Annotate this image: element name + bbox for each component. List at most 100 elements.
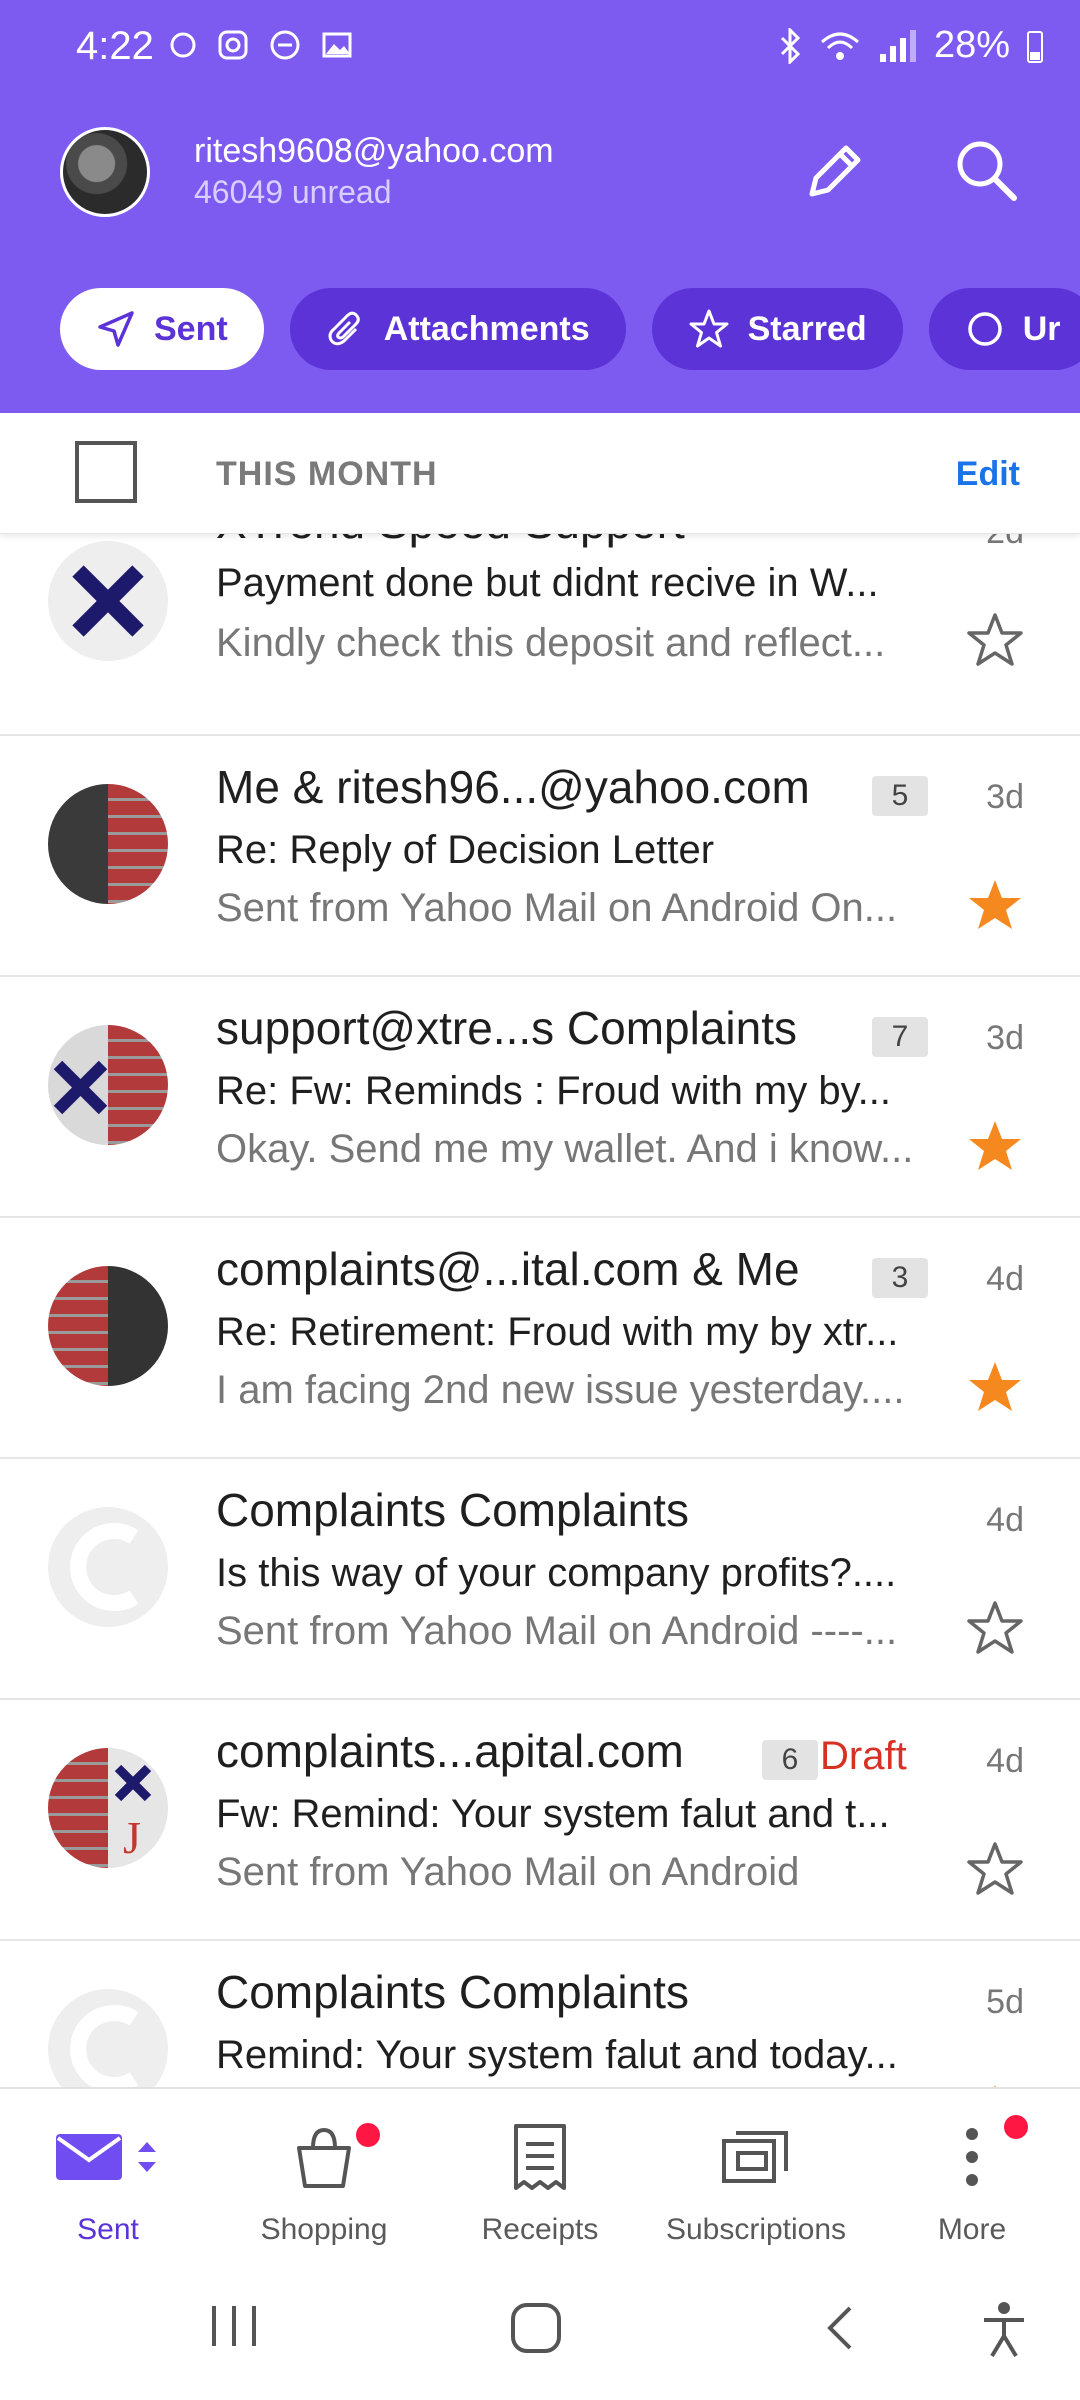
message-date: 4d <box>986 1260 1024 1298</box>
wifi-icon <box>820 32 859 60</box>
sender-name: support@xtre...s Complaints <box>216 1002 798 1054</box>
back-icon <box>827 2306 852 2350</box>
sender-avatar: J <box>48 1748 168 1868</box>
nav-sent[interactable]: Sent <box>0 2111 216 2247</box>
nav-label: More <box>937 2213 1007 2246</box>
account-switcher[interactable]: ritesh9608@yahoo.com 46049 unread <box>60 127 554 217</box>
subscriptions-icon <box>722 2131 788 2183</box>
battery-icon <box>1027 30 1043 63</box>
compose-button[interactable] <box>796 130 876 210</box>
image-icon <box>322 32 352 58</box>
message-row[interactable]: complaints@...ital.com & Me 3 4d Re: Ret… <box>0 1216 1080 1459</box>
chip-unread[interactable]: Ur <box>928 288 1080 370</box>
message-snippet: I am facing 2nd new issue yesterday.... <box>216 1368 905 1412</box>
message-date: 4d <box>986 1501 1024 1539</box>
chip-label: Attachments <box>383 309 590 348</box>
battery-percent: 28% <box>933 24 1010 66</box>
nav-label: Shopping <box>260 2213 388 2246</box>
star-outline-icon[interactable] <box>966 1840 1024 1898</box>
message-subject: Payment done but didnt recive in W... <box>216 561 879 605</box>
accessibility-icon <box>984 2302 1024 2358</box>
status-bar: 4:22 28% <box>0 0 1080 100</box>
section-title: THIS MONTH <box>216 455 438 493</box>
star-outline-icon[interactable] <box>966 1599 1024 1657</box>
message-date: 3d <box>986 1019 1024 1057</box>
select-all-checkbox[interactable] <box>75 441 137 503</box>
star-outline-icon[interactable] <box>966 611 1024 669</box>
sender-avatar <box>48 1025 168 1145</box>
message-list[interactable]: XTrend Speed Support 2d Payment done but… <box>0 533 1080 2087</box>
more-vertical-icon <box>966 2128 978 2186</box>
star-outline-icon <box>689 309 729 348</box>
account-avatar[interactable] <box>60 127 150 217</box>
header-actions <box>796 130 1026 210</box>
sender-name: Complaints Complaints <box>216 1484 689 1536</box>
star-filled-icon[interactable] <box>966 1358 1024 1416</box>
chip-sent[interactable]: Sent <box>60 288 264 370</box>
search-button[interactable] <box>946 130 1026 210</box>
nav-receipts[interactable]: Receipts <box>432 2111 648 2247</box>
message-row[interactable]: XTrend Speed Support 2d Payment done but… <box>0 533 1080 736</box>
nav-shopping[interactable]: Shopping <box>216 2111 432 2247</box>
receipt-icon <box>514 2124 566 2190</box>
system-navigation-bar <box>0 2262 1080 2400</box>
message-snippet: Okay. Send me my wallet. And i know... <box>216 1127 914 1171</box>
message-subject: Is this way of your company profits?.... <box>216 1551 897 1595</box>
home-icon <box>511 2303 561 2353</box>
nav-label: Subscriptions <box>665 2213 847 2246</box>
message-row[interactable]: J complaints...apital.com 6 Draft 4d Fw:… <box>0 1698 1080 1941</box>
account-email: ritesh9608@yahoo.com <box>194 132 554 170</box>
message-row[interactable]: Me & ritesh96...@yahoo.com 5 3d Re: Repl… <box>0 734 1080 977</box>
recents-icon <box>212 2306 256 2346</box>
search-icon <box>957 141 1017 201</box>
message-row[interactable]: support@xtre...s Complaints 7 3d Re: Fw:… <box>0 975 1080 1218</box>
nav-label: Sent <box>77 2213 139 2246</box>
sender-avatar <box>48 1266 168 1386</box>
edit-button[interactable]: Edit <box>956 455 1020 494</box>
unread-count: 46049 unread <box>194 174 392 210</box>
nav-label: Receipts <box>481 2213 599 2246</box>
back-button[interactable] <box>820 2300 860 2361</box>
message-date: 5d <box>986 1983 1024 2021</box>
thread-count-badge: 5 <box>872 776 928 816</box>
message-row[interactable]: Complaints Complaints 5d Remind: Your sy… <box>0 1939 1080 2087</box>
circle-outline-icon <box>967 312 1002 346</box>
nav-more[interactable]: More <box>864 2111 1080 2247</box>
sender-avatar <box>48 1507 168 1627</box>
chip-attachments[interactable]: Attachments <box>289 288 626 370</box>
accessibility-button[interactable] <box>980 2300 1028 2365</box>
nav-subscriptions[interactable]: Subscriptions <box>648 2111 864 2247</box>
home-button[interactable] <box>508 2300 564 2361</box>
mail-icon <box>56 2134 122 2180</box>
star-filled-icon[interactable] <box>966 1117 1024 1175</box>
message-date: 3d <box>986 778 1024 816</box>
message-snippet: Sent from Yahoo Mail on Android ----... <box>216 1609 898 1653</box>
thread-count-badge: 6 <box>762 1740 818 1780</box>
recents-button[interactable] <box>206 2300 262 2357</box>
star-filled-icon[interactable] <box>966 876 1024 934</box>
message-snippet: Sent from Yahoo Mail on Android On... <box>216 886 898 930</box>
c-logo-icon <box>70 1523 139 1611</box>
thread-count-badge: 3 <box>872 1258 928 1298</box>
chip-label: Sent <box>154 309 228 348</box>
signal-icon <box>879 29 916 62</box>
message-date: 4d <box>986 1742 1024 1780</box>
message-date: 2d <box>986 533 1024 552</box>
message-subject: Re: Reply of Decision Letter <box>216 828 715 872</box>
list-section-header: THIS MONTH Edit <box>0 413 1080 534</box>
message-snippet: Kindly check this deposit and reflect... <box>216 621 886 665</box>
chip-starred[interactable]: Starred <box>651 288 903 370</box>
notification-icon <box>170 32 196 58</box>
filter-chips: Sent Attachments Starred Ur <box>60 288 1080 370</box>
draft-label: Draft <box>820 1734 907 1778</box>
message-row[interactable]: Complaints Complaints 4d Is this way of … <box>0 1457 1080 1700</box>
bluetooth-icon <box>780 27 801 64</box>
instagram-icon <box>218 30 248 60</box>
sender-avatar <box>48 1989 168 2087</box>
bottom-navigation: Sent Shopping Receipts Subscriptions Mor… <box>0 2087 1080 2264</box>
sender-name: XTrend Speed Support <box>216 533 685 549</box>
sender-name: complaints@...ital.com & Me <box>216 1243 800 1295</box>
x-logo-icon: J <box>114 1764 152 1863</box>
send-icon <box>98 311 134 347</box>
chip-label: Starred <box>747 309 867 348</box>
